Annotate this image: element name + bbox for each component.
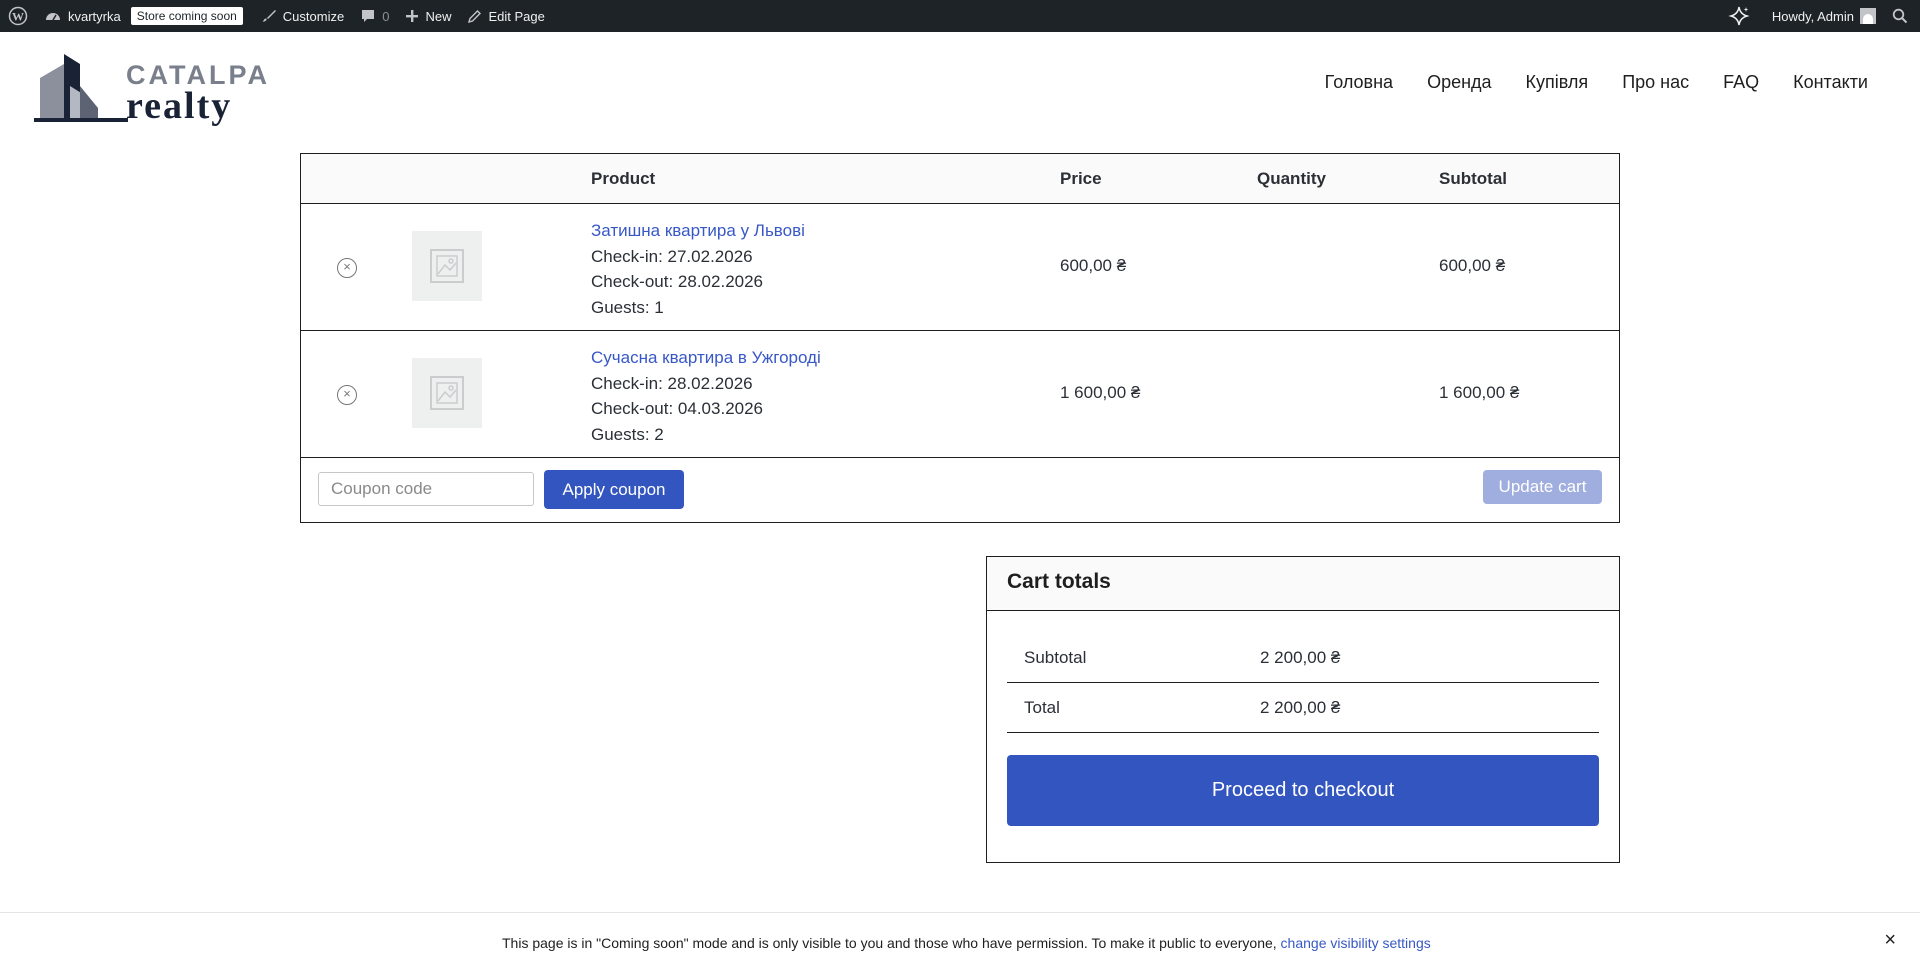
cart-item-row: × Сучасна квартира в Ужгороді Check-in: … (301, 331, 1619, 458)
guests-count: Guests: 2 (591, 424, 664, 444)
nav-home[interactable]: Головна (1325, 72, 1393, 93)
product-thumbnail[interactable] (412, 231, 482, 301)
edit-page-link[interactable]: Edit Page (459, 0, 552, 32)
main-navigation: Головна Оренда Купівля Про нас FAQ Конта… (1325, 72, 1868, 93)
plus-icon (406, 10, 419, 22)
cart-actions: Apply coupon Update cart (301, 458, 1619, 522)
checkout-date: Check-out: 28.02.2026 (591, 272, 764, 291)
item-subtotal: 1 600,00 ₴ (1439, 383, 1520, 402)
image-placeholder-icon (430, 376, 464, 410)
brush-icon (262, 10, 276, 22)
store-status-badge: Store coming soon (130, 7, 243, 25)
coming-soon-notice: This page is in "Coming soon" mode and i… (0, 912, 1920, 970)
logo-wordmark-bottom: realty (126, 85, 233, 127)
item-subtotal: 600,00 ₴ (1439, 256, 1506, 275)
edit-page-label: Edit Page (488, 8, 545, 24)
svg-text:W: W (12, 10, 24, 24)
guests-count: Guests: 1 (591, 297, 664, 317)
nav-about[interactable]: Про нас (1622, 72, 1689, 93)
visibility-settings-link[interactable]: change visibility settings (1281, 935, 1431, 951)
nav-rent[interactable]: Оренда (1427, 72, 1491, 93)
product-name-link[interactable]: Затишна квартира у Львові (591, 221, 805, 240)
howdy-label: Howdy, Admin (1771, 8, 1854, 24)
checkout-date: Check-out: 04.03.2026 (591, 399, 764, 418)
cart-table-header: Product Price Quantity Subtotal (301, 154, 1619, 204)
nav-faq[interactable]: FAQ (1723, 72, 1759, 93)
column-quantity: Quantity (1257, 169, 1326, 188)
close-icon[interactable]: × (1884, 929, 1896, 952)
total-label: Total (1024, 698, 1060, 717)
image-placeholder-icon (430, 249, 464, 283)
admin-bar: W kvartyrka Store coming soon Customize … (0, 0, 1920, 32)
new-label: New (425, 8, 452, 24)
customize-label: Customize (282, 8, 345, 24)
remove-icon[interactable]: × (337, 258, 357, 278)
subtotal-value: 2 200,00 ₴ (1260, 648, 1341, 667)
checkin-date: Check-in: 28.02.2026 (591, 373, 753, 393)
wordpress-icon: W (8, 6, 28, 26)
nav-contacts[interactable]: Контакти (1793, 72, 1868, 93)
site-name-menu[interactable]: kvartyrka Store coming soon (36, 0, 253, 32)
cart-totals: Cart totals Subtotal 2 200,00 ₴ Total 2 … (986, 556, 1620, 863)
nav-buy[interactable]: Купівля (1526, 72, 1589, 93)
cart-table: Product Price Quantity Subtotal × Затишн… (300, 153, 1620, 523)
subtotal-label: Subtotal (1024, 648, 1087, 667)
ai-assistant-button[interactable] (1720, 0, 1764, 32)
sparkle-icon (1728, 6, 1750, 26)
column-price: Price (1060, 169, 1102, 188)
remove-icon[interactable]: × (337, 385, 357, 405)
dashboard-icon (46, 13, 60, 21)
cart-totals-title: Cart totals (987, 557, 1619, 611)
search-icon (1892, 8, 1908, 24)
avatar (1860, 8, 1876, 24)
coupon-code-input[interactable] (318, 472, 534, 506)
building-logo-icon (34, 54, 128, 122)
pencil-icon (468, 9, 482, 23)
site-logo[interactable]: CATALPA realty (34, 48, 267, 127)
apply-coupon-button[interactable]: Apply coupon (544, 470, 684, 509)
product-thumbnail[interactable] (412, 358, 482, 428)
item-price: 600,00 ₴ (1060, 256, 1127, 275)
customize-link[interactable]: Customize (253, 0, 352, 32)
product-name-link[interactable]: Сучасна квартира в Ужгороді (591, 348, 821, 367)
column-subtotal: Subtotal (1439, 169, 1507, 188)
item-price: 1 600,00 ₴ (1060, 383, 1141, 402)
comments-link[interactable]: 0 (352, 0, 397, 32)
update-cart-button[interactable]: Update cart (1483, 470, 1602, 504)
totals-subtotal-row: Subtotal 2 200,00 ₴ (1007, 633, 1599, 683)
my-account-menu[interactable]: Howdy, Admin (1764, 0, 1884, 32)
new-content-menu[interactable]: New (397, 0, 459, 32)
comments-count: 0 (382, 8, 390, 24)
checkin-date: Check-in: 27.02.2026 (591, 246, 753, 266)
cart-item-row: × Затишна квартира у Львові Check-in: 27… (301, 204, 1619, 331)
notice-text: This page is in "Coming soon" mode and i… (502, 935, 1431, 951)
product-details: Затишна квартира у Львові Check-in: 27.0… (591, 218, 805, 320)
column-product: Product (591, 169, 656, 188)
wordpress-menu[interactable]: W (0, 0, 36, 32)
admin-search-button[interactable] (1884, 0, 1920, 32)
proceed-to-checkout-button[interactable]: Proceed to checkout (1007, 755, 1599, 826)
comment-icon (362, 10, 375, 22)
site-header: CATALPA realty Головна Оренда Купівля Пр… (0, 32, 1920, 142)
totals-total-row: Total 2 200,00 ₴ (1007, 683, 1599, 733)
site-name: kvartyrka (68, 8, 121, 24)
total-value: 2 200,00 ₴ (1260, 698, 1341, 717)
notice-message: This page is in "Coming soon" mode and i… (502, 935, 1281, 951)
product-details: Сучасна квартира в Ужгороді Check-in: 28… (591, 345, 821, 447)
